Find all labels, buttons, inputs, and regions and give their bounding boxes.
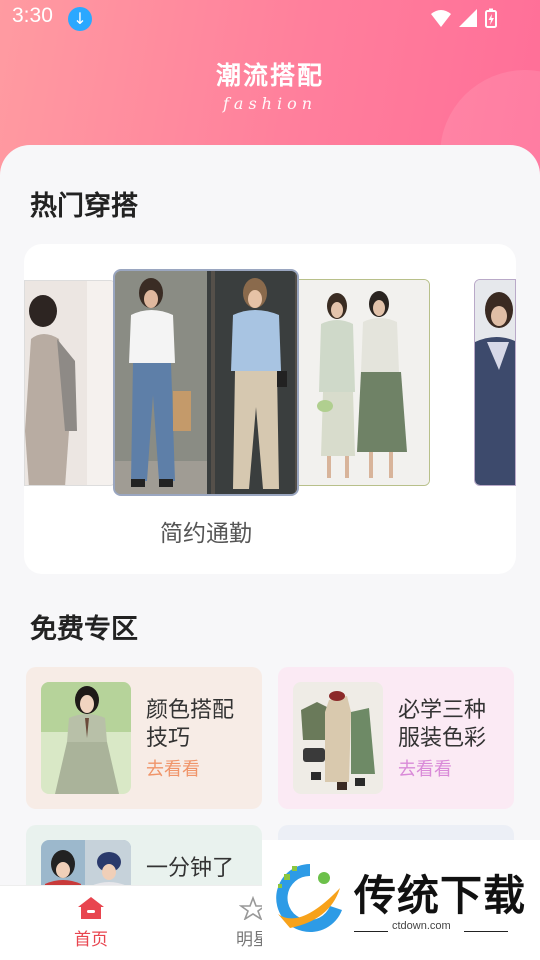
free-card-three-colors[interactable]: 必学三种 服装色彩 去看看 (278, 667, 514, 809)
free-card-title-line1: 一分钟了 (146, 856, 235, 881)
hot-section-title: 热门穿搭 (30, 191, 138, 222)
carousel-caption: 简约通勤 (160, 521, 252, 547)
watermark-logo-icon (276, 864, 342, 932)
free-card-title-line2: 技巧 (146, 726, 191, 751)
free-card-title: 颜色搭配 技巧 (146, 697, 256, 753)
tab-home[interactable]: 首页 (60, 896, 122, 950)
battery-icon (485, 8, 497, 28)
free-card-title-line2: 服装色彩 (398, 726, 487, 751)
status-bar: 3:30 ↓ (0, 0, 540, 40)
watermark-line-left (354, 931, 388, 932)
status-time: 3:30 (12, 4, 53, 27)
free-section-title: 免费专区 (30, 614, 138, 645)
hot-carousel[interactable]: 简约通勤 (24, 244, 516, 574)
free-card-link[interactable]: 去看看 (146, 755, 200, 781)
page-subtitle: fashion (222, 94, 318, 113)
home-icon (78, 897, 104, 919)
free-card-title-line1: 颜色搭配 (146, 698, 235, 723)
free-card-link[interactable]: 去看看 (398, 755, 452, 781)
carousel-photo-prev[interactable] (24, 280, 116, 486)
page-title: 潮流搭配 (215, 61, 324, 90)
free-card-title: 一分钟了 (146, 855, 256, 883)
watermark-line-right (464, 931, 508, 932)
carousel-photo-next[interactable] (294, 279, 430, 486)
watermark-url: ctdown.com (392, 920, 451, 932)
free-card-color-matching[interactable]: 颜色搭配 技巧 去看看 (26, 667, 262, 809)
carousel-photo-active[interactable] (113, 269, 299, 496)
signal-icon (459, 9, 477, 27)
wifi-icon (431, 10, 451, 27)
watermark-brand: 传统下载 (354, 871, 527, 920)
tab-home-label: 首页 (74, 930, 108, 950)
watermark-overlay: 传统下载 ctdown.com (262, 840, 540, 960)
free-card-title: 必学三种 服装色彩 (398, 697, 508, 753)
carousel-photo-far[interactable] (474, 279, 516, 486)
status-icons (431, 8, 497, 28)
free-card-thumbnail (41, 682, 131, 794)
download-icon: ↓ (68, 7, 92, 31)
free-card-thumbnail (293, 682, 383, 794)
free-card-title-line1: 必学三种 (398, 698, 487, 723)
